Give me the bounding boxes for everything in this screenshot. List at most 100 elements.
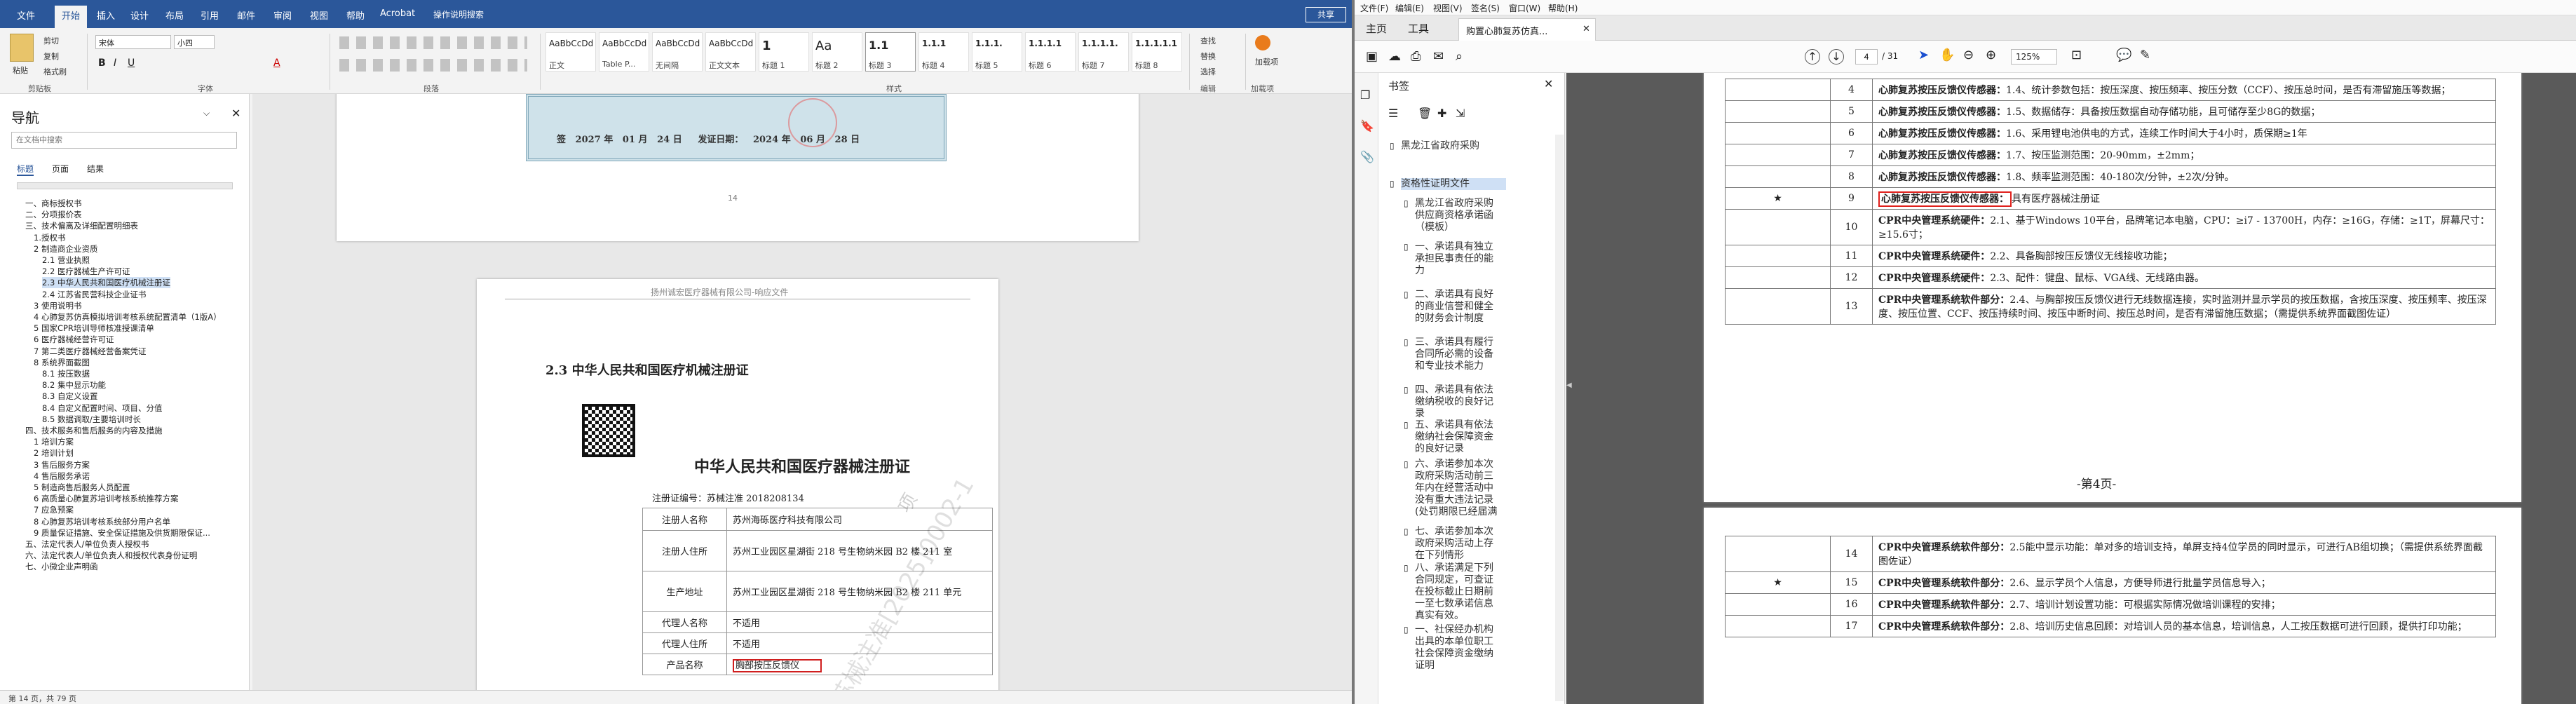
nav-heading-item[interactable]: 8.3 自定义设置: [42, 391, 97, 402]
tab-acrobat[interactable]: Acrobat: [380, 8, 415, 19]
nav-heading-item[interactable]: 7 第二类医疗器械经营备案凭证: [34, 346, 146, 357]
search-icon[interactable]: ⌕: [1456, 49, 1463, 64]
select-tool-icon[interactable]: ➤: [1918, 48, 1929, 62]
bookmark-item[interactable]: 一、承诺具有独立承担民事责任的能力: [1415, 241, 1502, 277]
tab-home[interactable]: 开始: [55, 6, 88, 28]
replace-button[interactable]: 替换: [1200, 50, 1216, 62]
nav-heading-item[interactable]: 8.5 数据调取/主要培训时长: [42, 414, 141, 425]
style-body-text[interactable]: AaBbCcDd 正文文本: [705, 32, 756, 72]
nav-heading-item[interactable]: 2 培训计划: [34, 447, 74, 459]
mail-icon[interactable]: ✉: [1433, 49, 1444, 64]
nav-heading-item[interactable]: 二、分项报价表: [25, 209, 82, 220]
paste-icon[interactable]: [10, 34, 34, 62]
tab-design[interactable]: 设计: [130, 8, 149, 22]
bookmark-item[interactable]: 资格性证明文件: [1401, 178, 1506, 190]
close-tab-icon[interactable]: ✕: [1582, 24, 1590, 34]
italic-button[interactable]: I: [114, 57, 116, 69]
nav-heading-item[interactable]: 五、法定代表人/单位负责人授权书: [25, 539, 149, 550]
style-heading-5[interactable]: 1.1.1. 标题 5: [972, 32, 1022, 72]
style-table-p[interactable]: AaBbCcDd Table P...: [599, 32, 649, 72]
font-name-select[interactable]: 宋体: [95, 35, 171, 49]
bookmark-item[interactable]: 黑龙江省政府采购供应商资格承诺函（模板）: [1415, 198, 1502, 233]
nav-tab-headings[interactable]: 标题: [17, 163, 34, 176]
addin-icon[interactable]: [1255, 35, 1270, 50]
prev-page-icon[interactable]: ↑: [1805, 49, 1820, 65]
nav-heading-item[interactable]: 7 应急预案: [34, 504, 74, 515]
font-color-button[interactable]: A: [273, 57, 280, 69]
tab-layout[interactable]: 布局: [165, 8, 184, 22]
find-button[interactable]: 查找: [1200, 35, 1216, 46]
nav-heading-item[interactable]: 6 高质量心肺复苏培训考核系统推荐方案: [34, 493, 178, 504]
bookmark-item[interactable]: 八、承诺满足下列合同规定，可查证在投标截止日期前一至七数承诺信息真实有效。: [1415, 562, 1502, 622]
nav-heading-item[interactable]: 5 国家CPR培训导师核准授课清单: [34, 323, 154, 334]
delete-bookmark-icon[interactable]: 🗑: [1418, 107, 1432, 120]
nav-heading-item[interactable]: 3 售后服务方案: [34, 459, 90, 471]
tab-file[interactable]: 文件: [17, 8, 35, 22]
menu-help[interactable]: 帮助(H): [1548, 2, 1578, 14]
nav-heading-item[interactable]: 2.4 江苏省民营科技企业证书: [42, 289, 146, 300]
attachment-icon[interactable]: 📎: [1360, 150, 1374, 163]
nav-heading-item[interactable]: 6 医疗器械经营许可证: [34, 334, 114, 345]
menu-edit[interactable]: 编辑(E): [1395, 2, 1424, 14]
nav-heading-item[interactable]: 一、商标授权书: [25, 198, 82, 209]
nav-heading-item[interactable]: 四、技术服务和售后服务的内容及措施: [25, 425, 163, 436]
style-heading-2[interactable]: Aa 标题 2: [812, 32, 862, 72]
nav-heading-item[interactable]: 2.1 营业执照: [42, 255, 90, 266]
tab-view[interactable]: 视图: [310, 8, 328, 22]
pages-icon[interactable]: ❐: [1360, 88, 1370, 102]
nav-heading-item[interactable]: 8 心肺复苏培训考核系统部分用户名单: [34, 516, 170, 527]
nav-heading-item[interactable]: 六、法定代表人/单位负责人和授权代表身份证明: [25, 550, 197, 561]
style-heading-4[interactable]: 1.1.1 标题 4: [918, 32, 969, 72]
bookmark-item[interactable]: 四、承诺具有依法缴纳税收的良好记录: [1415, 384, 1502, 420]
nav-heading-item[interactable]: 2.2 医疗器械生产许可证: [42, 266, 130, 277]
nav-heading-item[interactable]: 8.4 自定义配置时间、项目、分值: [42, 402, 162, 414]
menu-view[interactable]: 视图(V): [1433, 2, 1463, 14]
expand-bookmark-icon[interactable]: ⇲: [1456, 107, 1465, 120]
bookmark-item[interactable]: 六、承诺参加本次政府采购活动前三年内在经营活动中没有重大违法记录(处罚期限已经届…: [1415, 459, 1502, 518]
nav-scroll-up[interactable]: [17, 182, 233, 189]
style-heading-8[interactable]: 1.1.1.1.1 标题 8: [1132, 32, 1182, 72]
tab-review[interactable]: 审阅: [273, 8, 292, 22]
new-bookmark-icon[interactable]: ✚: [1437, 107, 1446, 120]
tab-help[interactable]: 帮助: [346, 8, 365, 22]
bookmark-item[interactable]: 黑龙江省政府采购: [1401, 140, 1506, 152]
nav-tab-results[interactable]: 结果: [87, 163, 104, 175]
nav-heading-item[interactable]: 3 使用说明书: [34, 300, 81, 311]
menu-sign[interactable]: 签名(S): [1471, 2, 1500, 14]
nav-tab-pages[interactable]: 页面: [52, 163, 69, 175]
bookmark-item[interactable]: 七、承诺参加本次政府采购活动上存在下列情形: [1415, 526, 1502, 562]
nav-close-icon[interactable]: ✕: [231, 107, 240, 120]
tab-mailings[interactable]: 邮件: [237, 8, 255, 22]
zoom-out-icon[interactable]: ⊖: [1963, 48, 1974, 62]
select-button[interactable]: 选择: [1200, 66, 1216, 77]
nav-options-icon[interactable]: ⌵: [203, 108, 210, 119]
addin-button[interactable]: 加载项: [1255, 56, 1278, 67]
cut-button[interactable]: 剪切: [43, 35, 59, 46]
nav-heading-item[interactable]: 2 制造商企业资质: [34, 243, 97, 255]
tab-references[interactable]: 引用: [201, 8, 219, 22]
tab-tools[interactable]: 工具: [1408, 21, 1429, 36]
next-page-icon[interactable]: ↓: [1829, 49, 1844, 65]
upload-icon[interactable]: ☁: [1388, 49, 1401, 64]
nav-heading-item[interactable]: 8.1 按压数据: [42, 368, 90, 379]
nav-heading-item[interactable]: 2.3 中华人民共和国医疗机械注册证: [42, 277, 170, 289]
style-heading-6[interactable]: 1.1.1.1 标题 6: [1025, 32, 1076, 72]
style-no-spacing[interactable]: AaBbCcDd 无间隔: [652, 32, 703, 72]
bookmark-item[interactable]: 三、承诺具有履行合同所必需的设备和专业技术能力: [1415, 337, 1502, 372]
style-heading-1[interactable]: 1 标题 1: [759, 32, 809, 72]
close-panel-icon[interactable]: ✕: [1544, 77, 1553, 90]
fit-page-icon[interactable]: ⊡: [2071, 48, 2082, 62]
save-icon[interactable]: ▣: [1366, 49, 1378, 64]
tab-insert[interactable]: 插入: [97, 8, 115, 22]
bookmark-item[interactable]: 二、承诺具有良好的商业信誉和健全的财务会计制度: [1415, 289, 1502, 325]
document-tab[interactable]: 购置心肺复苏仿真... ✕: [1458, 18, 1596, 41]
collapse-panel-icon[interactable]: ◀: [1566, 381, 1573, 395]
menu-file[interactable]: 文件(F): [1360, 2, 1388, 14]
paragraph-tools[interactable]: [339, 36, 527, 49]
underline-button[interactable]: U: [128, 57, 135, 69]
nav-heading-item[interactable]: 1.授权书: [34, 232, 65, 243]
alignment-tools[interactable]: [339, 59, 527, 72]
format-painter-button[interactable]: 格式刷: [43, 66, 67, 77]
nav-heading-item[interactable]: 七、小微企业声明函: [25, 561, 98, 572]
bookmark-icon[interactable]: 🔖: [1360, 119, 1374, 133]
